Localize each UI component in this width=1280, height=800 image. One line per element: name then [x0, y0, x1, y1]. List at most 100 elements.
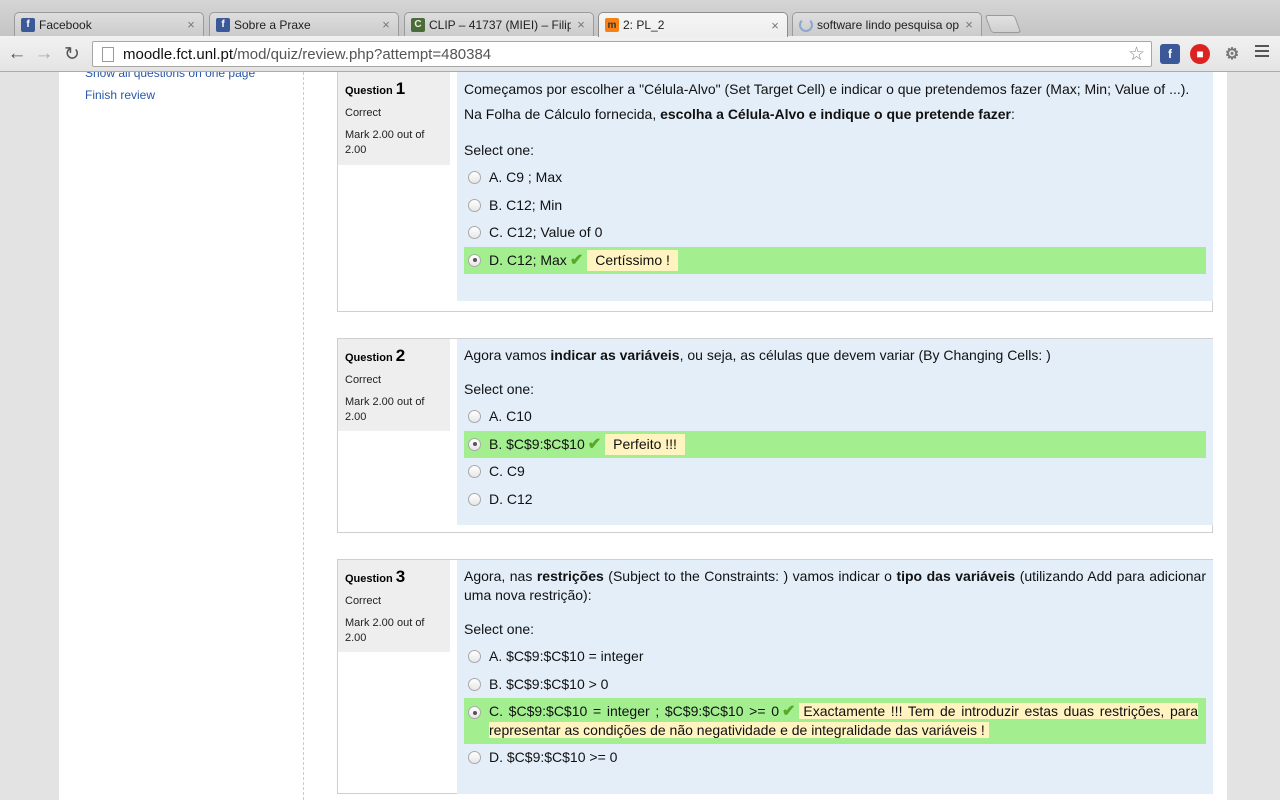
question-text: Agora vamos indicar as variáveis, ou sej…	[464, 347, 1051, 363]
checkmark-icon: ✔	[782, 703, 796, 720]
answer-option[interactable]: B. C12; Min	[464, 192, 1206, 220]
answer-option[interactable]: B. $C$9:$C$10 > 0	[464, 671, 1206, 699]
tab-title: CLIP – 41737 (MIEI) – Filip	[429, 17, 571, 32]
answer-option[interactable]: A. C9 ; Max	[464, 164, 1206, 192]
tab-sobre-a-praxe[interactable]: f Sobre a Praxe ×	[209, 12, 399, 36]
radio-button[interactable]	[468, 198, 481, 212]
answer-option-correct[interactable]: C. $C$9:$C$10 = integer ; $C$9:$C$10 >= …	[464, 698, 1206, 744]
answer-feedback: Perfeito !!!	[605, 433, 685, 455]
bookmark-star-icon[interactable]: ☆	[1128, 43, 1145, 66]
question-grade: Mark 2.00 out of 2.00	[345, 617, 425, 644]
question-formulation: Agora, nas restrições (Subject to the Co…	[457, 560, 1213, 794]
answer-label: A. C10	[489, 408, 532, 425]
menu-icon[interactable]	[1255, 45, 1269, 61]
finish-review-link[interactable]: Finish review	[85, 88, 155, 102]
question-text: Começamos por escolher a "Célula-Alvo" (…	[464, 81, 1190, 97]
facebook-icon: f	[21, 17, 35, 32]
url-path: /mod/quiz/review.php?attempt=480384	[233, 45, 492, 63]
answer-option[interactable]: A. C10	[464, 403, 1206, 431]
back-arrow-icon[interactable]: ←	[5, 42, 29, 66]
select-one-prompt: Select one:	[464, 142, 535, 158]
close-icon[interactable]: ×	[963, 17, 975, 32]
tab-pl2[interactable]: m 2: PL_2 ×	[598, 12, 788, 37]
answer-label: C. C12; Value of 0	[489, 224, 603, 241]
question-formulation: Começamos por escolher a "Célula-Alvo" (…	[457, 72, 1213, 301]
radio-button-selected[interactable]	[468, 437, 481, 451]
answer-option[interactable]: D. $C$9:$C$10 >= 0	[464, 744, 1206, 772]
select-one-prompt: Select one:	[464, 381, 535, 397]
tab-strip: f Facebook × f Sobre a Praxe × C CLIP – …	[0, 0, 1280, 37]
radio-button[interactable]	[468, 677, 481, 691]
question-state: Correct	[345, 107, 382, 119]
show-all-questions-link[interactable]: Show all questions on one page	[85, 72, 255, 80]
radio-button[interactable]	[468, 410, 481, 424]
question-grade: Mark 2.00 out of 2.00	[345, 129, 425, 156]
tab-title: 2: PL_2	[623, 18, 665, 32]
answer-label: D. $C$9:$C$10 >= 0	[489, 749, 618, 766]
facebook-icon: f	[216, 17, 230, 32]
answer-option-correct[interactable]: B. $C$9:$C$10 ✔ Perfeito !!!	[464, 430, 1206, 458]
answer-feedback: Certíssimo !	[587, 249, 678, 271]
question-state: Correct	[345, 374, 382, 386]
select-one-prompt: Select one:	[464, 621, 535, 637]
close-icon[interactable]: ×	[185, 17, 197, 32]
answer-body: C. $C$9:$C$10 = integer ; $C$9:$C$10 >= …	[489, 702, 1206, 740]
reload-icon[interactable]: ↻	[60, 42, 84, 66]
address-bar[interactable]: moodle.fct.unl.pt/mod/quiz/review.php?at…	[92, 41, 1152, 67]
answer-option[interactable]: C. C12; Value of 0	[464, 219, 1206, 247]
question-info: Question 1 Correct Mark 2.00 out of 2.00	[338, 72, 450, 165]
radio-button-selected[interactable]	[468, 253, 481, 267]
question-info: Question 3 Correct Mark 2.00 out of 2.00	[338, 560, 450, 652]
answer-label: C. C9	[489, 463, 525, 480]
loading-icon	[799, 17, 813, 32]
facebook-extension-icon[interactable]: f	[1160, 44, 1180, 64]
adblock-icon[interactable]: ■	[1190, 44, 1210, 64]
checkmark-icon: ✔	[587, 435, 602, 453]
radio-button[interactable]	[468, 171, 481, 185]
answer-option[interactable]: C. C9	[464, 458, 1206, 486]
answer-option-correct[interactable]: D. C12; Max ✔ Certíssimo !	[464, 246, 1206, 274]
radio-button[interactable]	[468, 650, 481, 664]
answer-label: C. $C$9:$C$10 = integer ; $C$9:$C$10 >= …	[489, 703, 779, 719]
tab-clip[interactable]: C CLIP – 41737 (MIEI) – Filip ×	[404, 12, 594, 36]
forward-arrow-icon[interactable]: →	[32, 42, 56, 66]
radio-button-selected[interactable]	[468, 706, 481, 719]
question-instruction: Na Folha de Cálculo fornecida, escolha a…	[464, 106, 1015, 122]
radio-button[interactable]	[468, 492, 481, 506]
answer-label: B. $C$9:$C$10	[489, 435, 585, 452]
browser-toolbar: ← → ↻ moodle.fct.unl.pt/mod/quiz/review.…	[0, 36, 1280, 72]
answer-option[interactable]: D. C12	[464, 486, 1206, 514]
close-icon[interactable]: ×	[380, 17, 392, 32]
tab-title: Facebook	[39, 17, 92, 32]
answer-label: A. $C$9:$C$10 = integer	[489, 648, 644, 665]
new-tab-button[interactable]	[984, 15, 1022, 33]
answer-label: B. $C$9:$C$10 > 0	[489, 675, 609, 692]
tab-facebook[interactable]: f Facebook ×	[14, 12, 204, 36]
page-icon	[102, 46, 114, 62]
page-content: Show all questions on one page Finish re…	[59, 72, 1227, 800]
moodle-icon: m	[605, 18, 619, 32]
tab-software-lindo[interactable]: software lindo pesquisa op ×	[792, 12, 982, 36]
question-number: Question 1	[345, 79, 406, 98]
clip-icon: C	[411, 17, 425, 32]
tab-title: Sobre a Praxe	[234, 17, 311, 32]
question-formulation: Agora vamos indicar as variáveis, ou sej…	[457, 339, 1213, 525]
answer-label: D. C12; Max	[489, 251, 567, 268]
url-host: moodle.fct.unl.pt	[123, 45, 234, 63]
tab-title: software lindo pesquisa op	[817, 17, 959, 32]
radio-button[interactable]	[468, 226, 481, 240]
radio-button[interactable]	[468, 751, 481, 765]
question-2: Question 2 Correct Mark 2.00 out of 2.00…	[337, 338, 1213, 533]
question-1: Question 1 Correct Mark 2.00 out of 2.00…	[337, 72, 1213, 312]
question-number: Question 2	[345, 346, 406, 365]
question-info: Question 2 Correct Mark 2.00 out of 2.00	[338, 339, 450, 431]
answer-option[interactable]: A. $C$9:$C$10 = integer	[464, 643, 1206, 671]
extension-icon[interactable]: ⚙	[1222, 44, 1242, 64]
page-viewport: Show all questions on one page Finish re…	[0, 72, 1280, 800]
question-3: Question 3 Correct Mark 2.00 out of 2.00…	[337, 559, 1213, 794]
question-state: Correct	[345, 595, 382, 607]
close-icon[interactable]: ×	[575, 17, 587, 32]
question-number: Question 3	[345, 567, 406, 586]
close-icon[interactable]: ×	[769, 18, 781, 33]
radio-button[interactable]	[468, 465, 481, 479]
